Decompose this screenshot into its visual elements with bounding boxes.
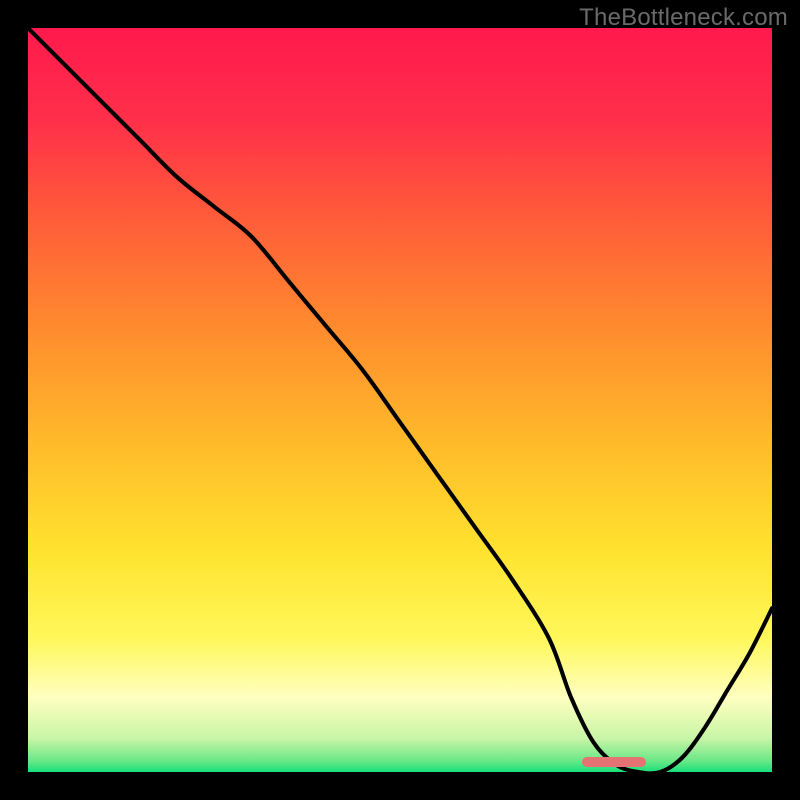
optimal-range-marker	[582, 757, 645, 767]
plot-area	[28, 28, 772, 772]
line-series	[28, 28, 772, 772]
chart-frame: TheBottleneck.com	[0, 0, 800, 800]
watermark-text: TheBottleneck.com	[579, 4, 788, 32]
